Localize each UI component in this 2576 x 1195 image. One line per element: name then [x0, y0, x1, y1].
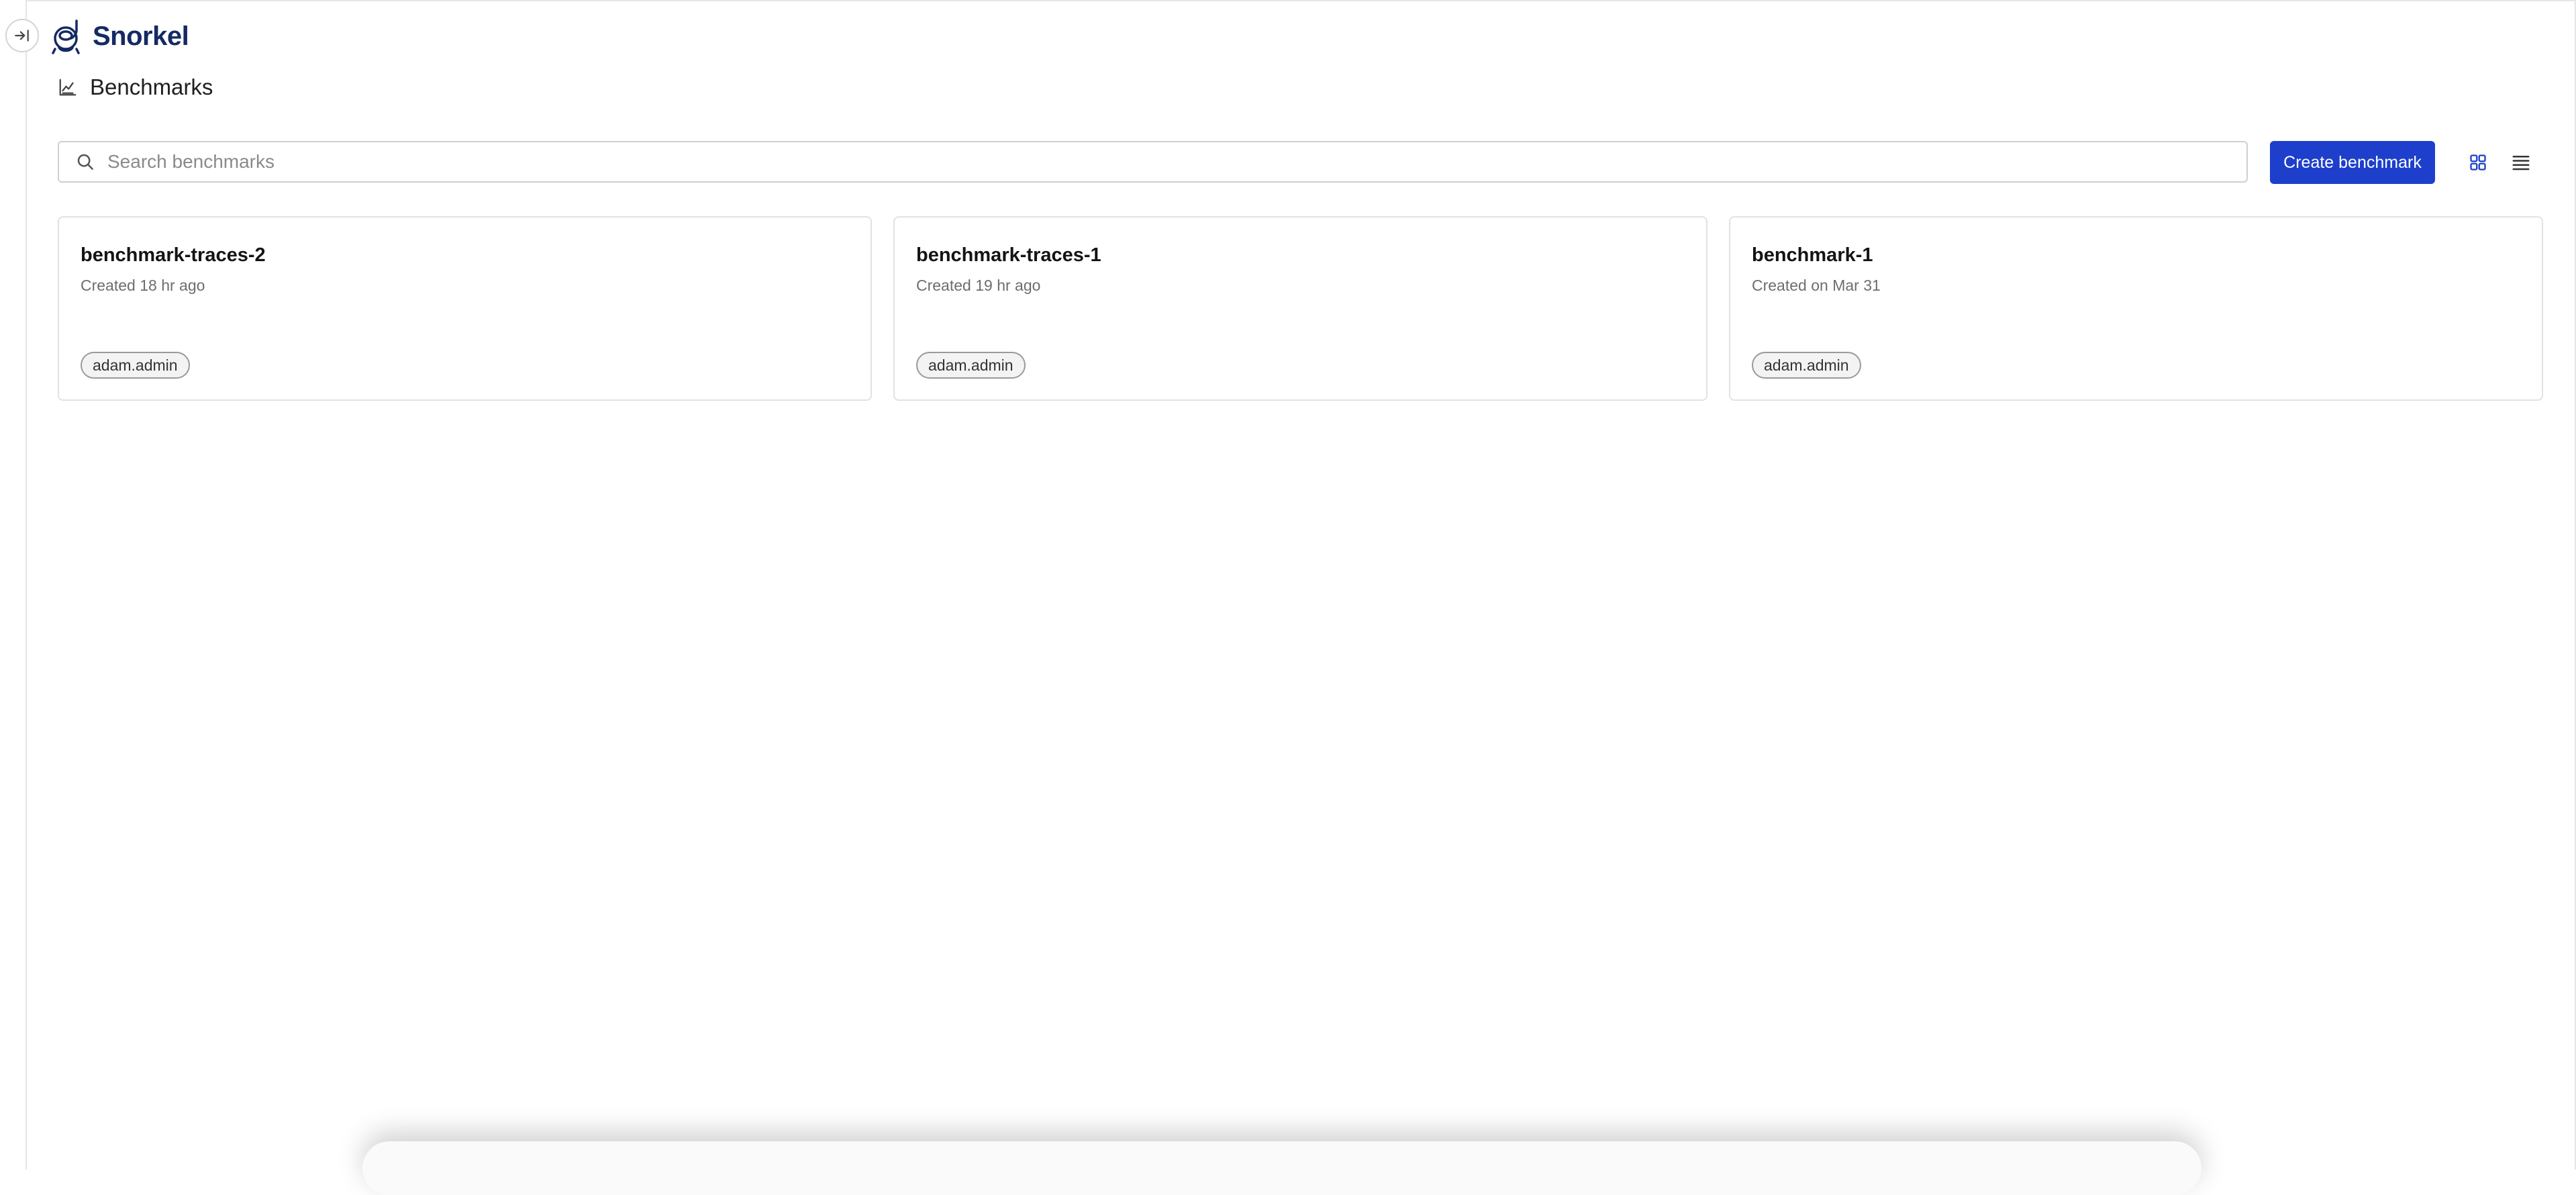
owner-badge: adam.admin [81, 352, 190, 379]
search-icon [77, 154, 93, 170]
expand-sidebar-icon [15, 30, 29, 42]
sidebar-toggle-button[interactable] [5, 19, 39, 52]
list-view-icon [2512, 156, 2530, 171]
brand-logo[interactable]: Snorkel [51, 16, 189, 56]
owner-badge: adam.admin [916, 352, 1026, 379]
benchmark-card[interactable]: benchmark-traces-2 Created 18 hr ago ada… [58, 216, 872, 401]
benchmark-created: Created 19 hr ago [916, 277, 1041, 294]
search-box[interactable] [58, 141, 2248, 183]
sidebar-rail [0, 0, 27, 1169]
list-view-button[interactable] [2506, 148, 2536, 177]
page-header: Benchmarks [58, 71, 213, 103]
benchmark-name: benchmark-1 [1752, 244, 1873, 266]
search-input[interactable] [107, 142, 2246, 181]
page-title: Benchmarks [90, 75, 213, 99]
owner-badge: adam.admin [1752, 352, 1861, 379]
benchmark-created: Created 18 hr ago [81, 277, 205, 294]
benchmark-card[interactable]: benchmark-traces-1 Created 19 hr ago ada… [893, 216, 1707, 401]
brand-name: Snorkel [93, 21, 189, 51]
benchmark-created: Created on Mar 31 [1752, 277, 1881, 294]
chart-icon [59, 79, 77, 96]
grid-view-button[interactable] [2463, 148, 2493, 177]
grid-view-icon [2470, 154, 2486, 171]
snorkel-logo-icon [52, 19, 80, 54]
bottom-panel-edge [362, 1141, 2201, 1195]
benchmark-name: benchmark-traces-1 [916, 244, 1101, 266]
benchmark-name: benchmark-traces-2 [81, 244, 266, 266]
benchmark-card[interactable]: benchmark-1 Created on Mar 31 adam.admin [1729, 216, 2543, 401]
create-benchmark-button[interactable]: Create benchmark [2270, 141, 2435, 184]
